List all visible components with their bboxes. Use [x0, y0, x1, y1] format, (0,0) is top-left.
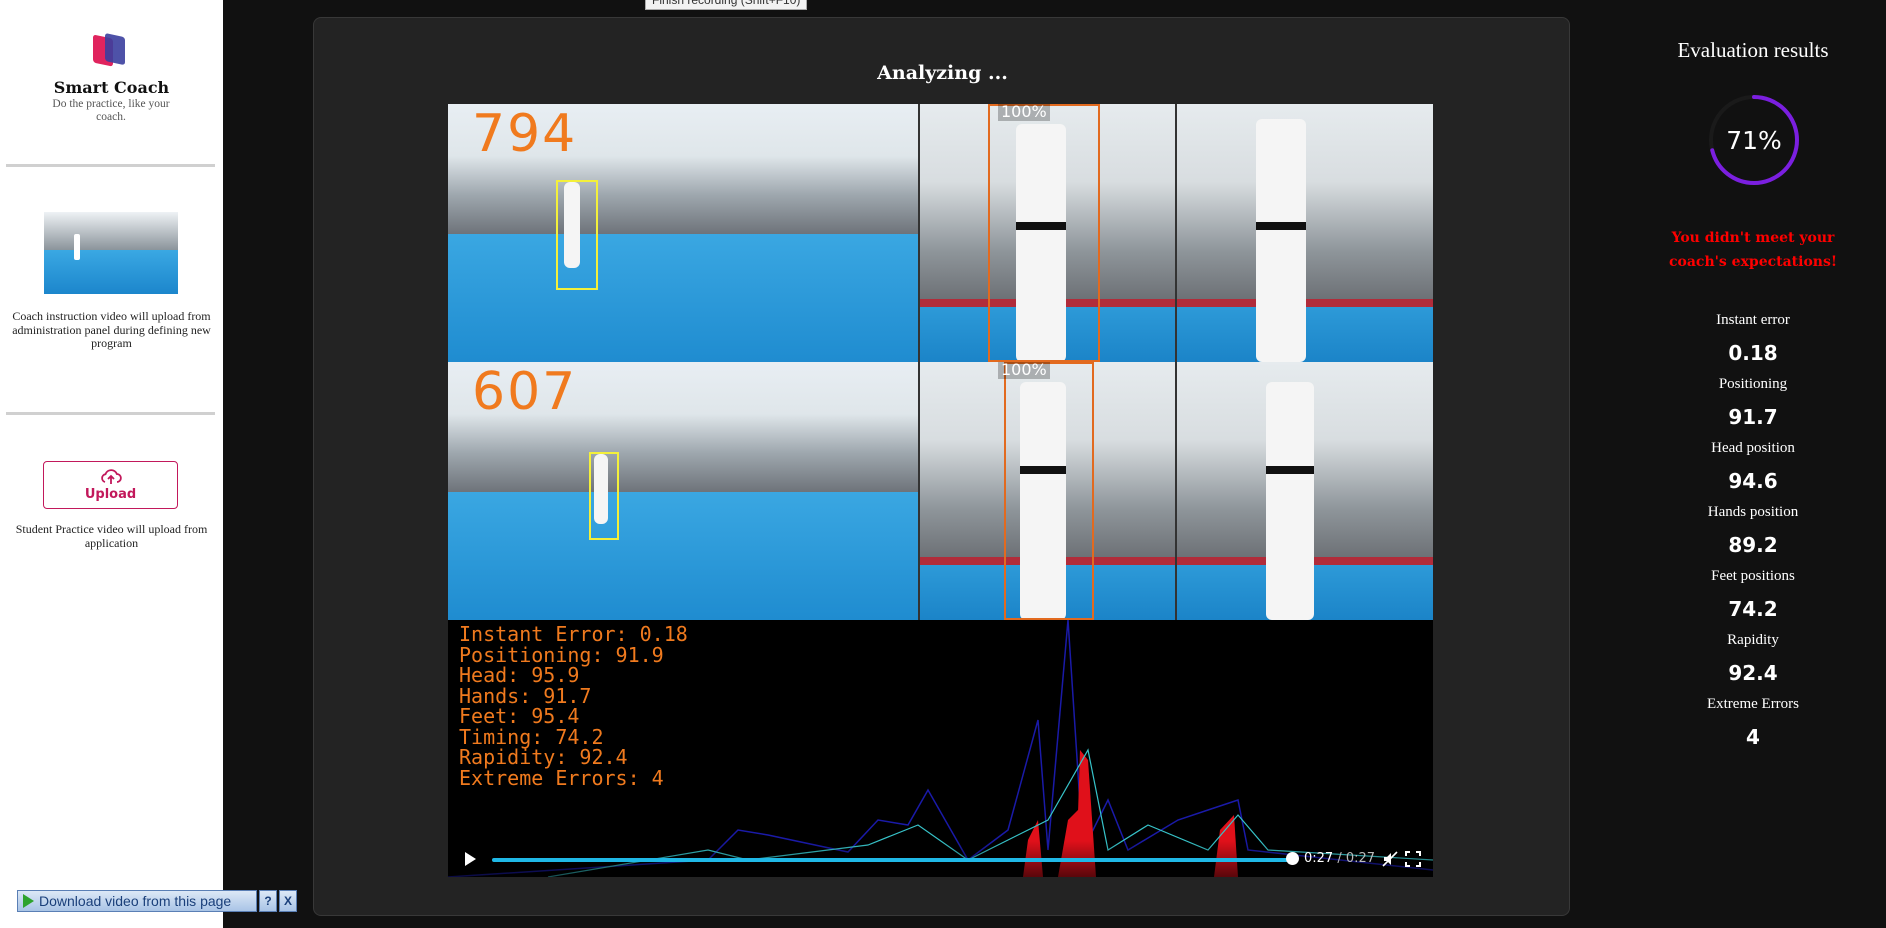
upload-button-label: Upload — [84, 486, 137, 502]
brand-name: Smart Coach — [53, 78, 170, 97]
metric-value: 4 — [1746, 725, 1760, 749]
metric-label: Extreme Errors — [1706, 696, 1800, 712]
divider — [6, 412, 215, 415]
metric-label: Hands position — [1707, 504, 1799, 520]
panel-title: Analyzing ... — [877, 62, 1008, 84]
smart-coach-logo-icon — [93, 33, 125, 67]
time-display: 0:27 / 0:27 — [1304, 851, 1375, 866]
metric-value: 74.2 — [1728, 597, 1778, 621]
score-value: 71% — [1726, 125, 1782, 155]
student-video-frame: 607 100% — [448, 362, 1433, 620]
duration: 0:27 — [1345, 851, 1376, 866]
overlay-feet: Feet: 95.4 — [459, 704, 580, 728]
student-confidence: 100% — [998, 362, 1050, 379]
upload-button[interactable]: Upload — [43, 461, 178, 509]
overlay-head: Head: 95.9 — [459, 663, 580, 687]
metric-value: 91.7 — [1728, 405, 1778, 429]
download-video-bar: Download video from this page ? X — [17, 890, 297, 912]
coach-video-thumbnail[interactable] — [44, 212, 178, 294]
download-video-button[interactable]: Download video from this page — [17, 890, 257, 912]
download-video-label: Download video from this page — [39, 893, 232, 909]
fullscreen-icon[interactable] — [1404, 850, 1422, 868]
play-icon — [23, 894, 34, 908]
seek-handle[interactable] — [1286, 852, 1299, 865]
student-practice-note: Student Practice video will upload from … — [15, 522, 208, 550]
mute-icon[interactable] — [1381, 850, 1399, 868]
metric-label: Positioning — [1718, 376, 1788, 392]
coach-pose-box — [988, 104, 1100, 362]
brand-tagline: Do the practice, like your coach. — [52, 98, 170, 123]
student-bounding-box — [589, 452, 619, 540]
download-close-button[interactable]: X — [279, 890, 297, 912]
student-frame-counter: 607 — [472, 362, 578, 422]
overlay-hands: Hands: 91.7 — [459, 683, 592, 708]
download-help-button[interactable]: ? — [259, 890, 277, 912]
overlay-extreme-errors: Extreme Errors: 4 — [459, 765, 664, 790]
divider — [6, 164, 215, 167]
metric-label: Instant error — [1716, 312, 1790, 328]
overlay-instant-error: Instant Error: 0.18 — [459, 622, 688, 646]
metric-value: 89.2 — [1728, 533, 1778, 557]
live-stats-overlay: Instant Error: 0.18 Positioning: 91.9 Head… — [459, 624, 688, 788]
metric-label: Head position — [1711, 440, 1795, 456]
overlay-timing: Timing: 74.2 — [459, 724, 604, 749]
metric-value: 94.6 — [1728, 469, 1778, 493]
time-separator: / — [1333, 851, 1346, 866]
overlay-positioning: Positioning: 91.9 — [459, 642, 664, 667]
cloud-upload-icon — [100, 468, 122, 484]
overlay-rapidity: Rapidity: 92.4 — [459, 745, 628, 769]
metric-label: Feet positions — [1711, 568, 1795, 584]
coach-bounding-box — [556, 180, 598, 290]
current-time: 0:27 — [1304, 851, 1334, 866]
coach-frame-counter: 794 — [472, 104, 578, 164]
metric-label: Rapidity — [1727, 632, 1779, 648]
analysis-video-player[interactable]: 794 100% 607 100% Instant Error: 0.18 Pos… — [448, 104, 1433, 877]
metric-value: 92.4 — [1728, 661, 1778, 685]
video-controls: 0:27 / 0:27 — [448, 841, 1433, 877]
sidebar: Smart Coach Do the practice, like your c… — [0, 0, 223, 928]
coach-expectation-warning: You didn't meet your coach's expectation… — [1668, 230, 1838, 270]
coach-video-frame: 794 100% — [448, 104, 1433, 362]
coach-instruction-note: Coach instruction video will upload from… — [12, 309, 211, 350]
student-pose-box — [1004, 362, 1094, 620]
evaluation-results-title: Evaluation results — [1677, 38, 1829, 62]
play-button[interactable] — [465, 852, 476, 866]
metric-value: 0.18 — [1728, 341, 1778, 365]
seek-bar[interactable] — [492, 858, 1292, 862]
recording-tooltip: Finish recording (Shift+F10) — [645, 0, 808, 10]
coach-confidence: 100% — [998, 104, 1050, 121]
evaluation-results: Evaluation results 71% You didn't meet y… — [1620, 0, 1886, 928]
